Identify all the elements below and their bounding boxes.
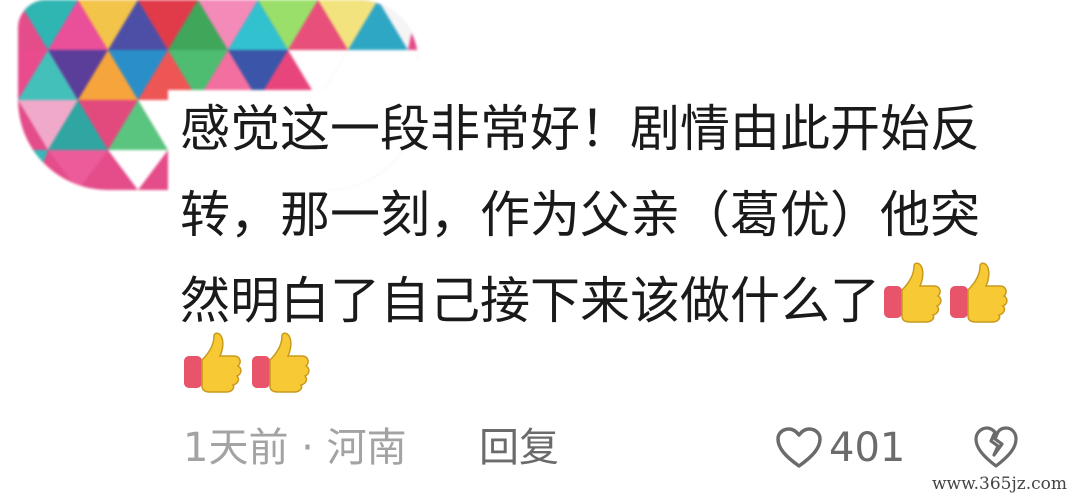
- comment-line: 转，那一刻，作为父亲（葛优）他突: [180, 186, 980, 244]
- comment-text: 感觉这一段非常好！剧情由此开始反 转，那一刻，作为父亲（葛优）他突 然明白了自己…: [180, 86, 1030, 344]
- comment-meta: 1天前 · 河南 回复 401: [183, 420, 1043, 476]
- broken-heart-icon: [973, 424, 1019, 470]
- comment-line: 感觉这一段非常好！剧情由此开始反: [180, 100, 980, 158]
- like-button[interactable]: 401: [775, 420, 905, 476]
- heart-icon: [775, 426, 823, 470]
- dislike-button[interactable]: [973, 424, 1019, 470]
- watermark: www.365jz.com: [926, 472, 1073, 496]
- thumbs-group: [880, 260, 1010, 324]
- thumbs-up-emoji-icon: [180, 330, 244, 394]
- thumbs-group: [180, 330, 312, 394]
- like-count: 401: [829, 425, 906, 471]
- thumbs-up-emoji-icon: [946, 260, 1010, 324]
- reply-button[interactable]: 回复: [479, 420, 559, 476]
- thumbs-up-emoji-icon: [248, 330, 312, 394]
- time-location: 1天前 · 河南: [183, 425, 407, 471]
- thumbs-up-emoji-icon: [880, 260, 944, 324]
